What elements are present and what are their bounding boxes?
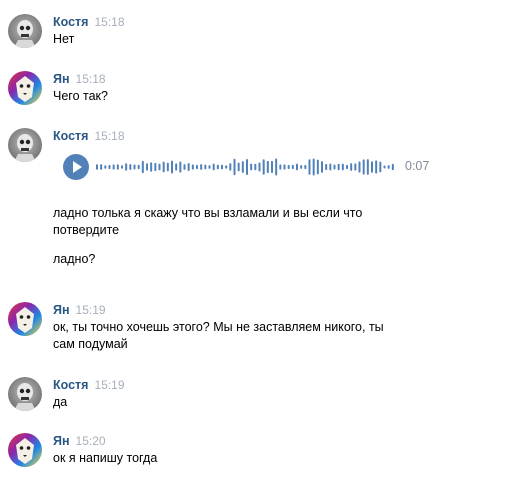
avatar[interactable] — [8, 14, 42, 48]
message-text: ок я напишу тогда — [53, 451, 158, 465]
avatar[interactable] — [8, 433, 42, 467]
avatar[interactable] — [8, 377, 42, 411]
avatar[interactable] — [8, 128, 42, 162]
message-time[interactable]: 15:18 — [94, 15, 124, 29]
avatar[interactable] — [8, 302, 42, 336]
skeleton-avatar-icon — [8, 14, 42, 48]
author-name[interactable]: Ян — [53, 303, 70, 317]
message-text: ладно? — [53, 252, 96, 266]
message-time[interactable]: 15:18 — [76, 72, 106, 86]
message-time[interactable]: 15:19 — [76, 303, 106, 317]
message-time[interactable]: 15:20 — [76, 434, 106, 448]
message-time[interactable]: 15:18 — [94, 129, 124, 143]
author-name[interactable]: Костя — [53, 129, 88, 143]
message-text: Нет — [53, 32, 75, 46]
lion-avatar-icon — [8, 71, 42, 105]
author-name[interactable]: Ян — [53, 72, 70, 86]
waveform[interactable] — [96, 154, 396, 180]
author-name[interactable]: Ян — [53, 434, 70, 448]
author-name[interactable]: Костя — [53, 15, 88, 29]
message-time[interactable]: 15:19 — [94, 378, 124, 392]
author-name[interactable]: Костя — [53, 378, 88, 392]
skeleton-avatar-icon — [8, 128, 42, 162]
voice-duration: 0:07 — [405, 159, 430, 173]
message-text: ладно толька я скажу что вы взламали и в… — [53, 206, 363, 237]
message-text: да — [53, 395, 68, 409]
lion-avatar-icon — [8, 302, 42, 336]
message-text: Чего так? — [53, 89, 108, 103]
skeleton-avatar-icon — [8, 377, 42, 411]
avatar[interactable] — [8, 71, 42, 105]
lion-avatar-icon — [8, 433, 42, 467]
play-icon[interactable] — [63, 154, 89, 180]
message-text: ок, ты точно хочешь этого? Мы не заставл… — [53, 320, 384, 351]
voice-message: 0:07 — [63, 154, 443, 180]
